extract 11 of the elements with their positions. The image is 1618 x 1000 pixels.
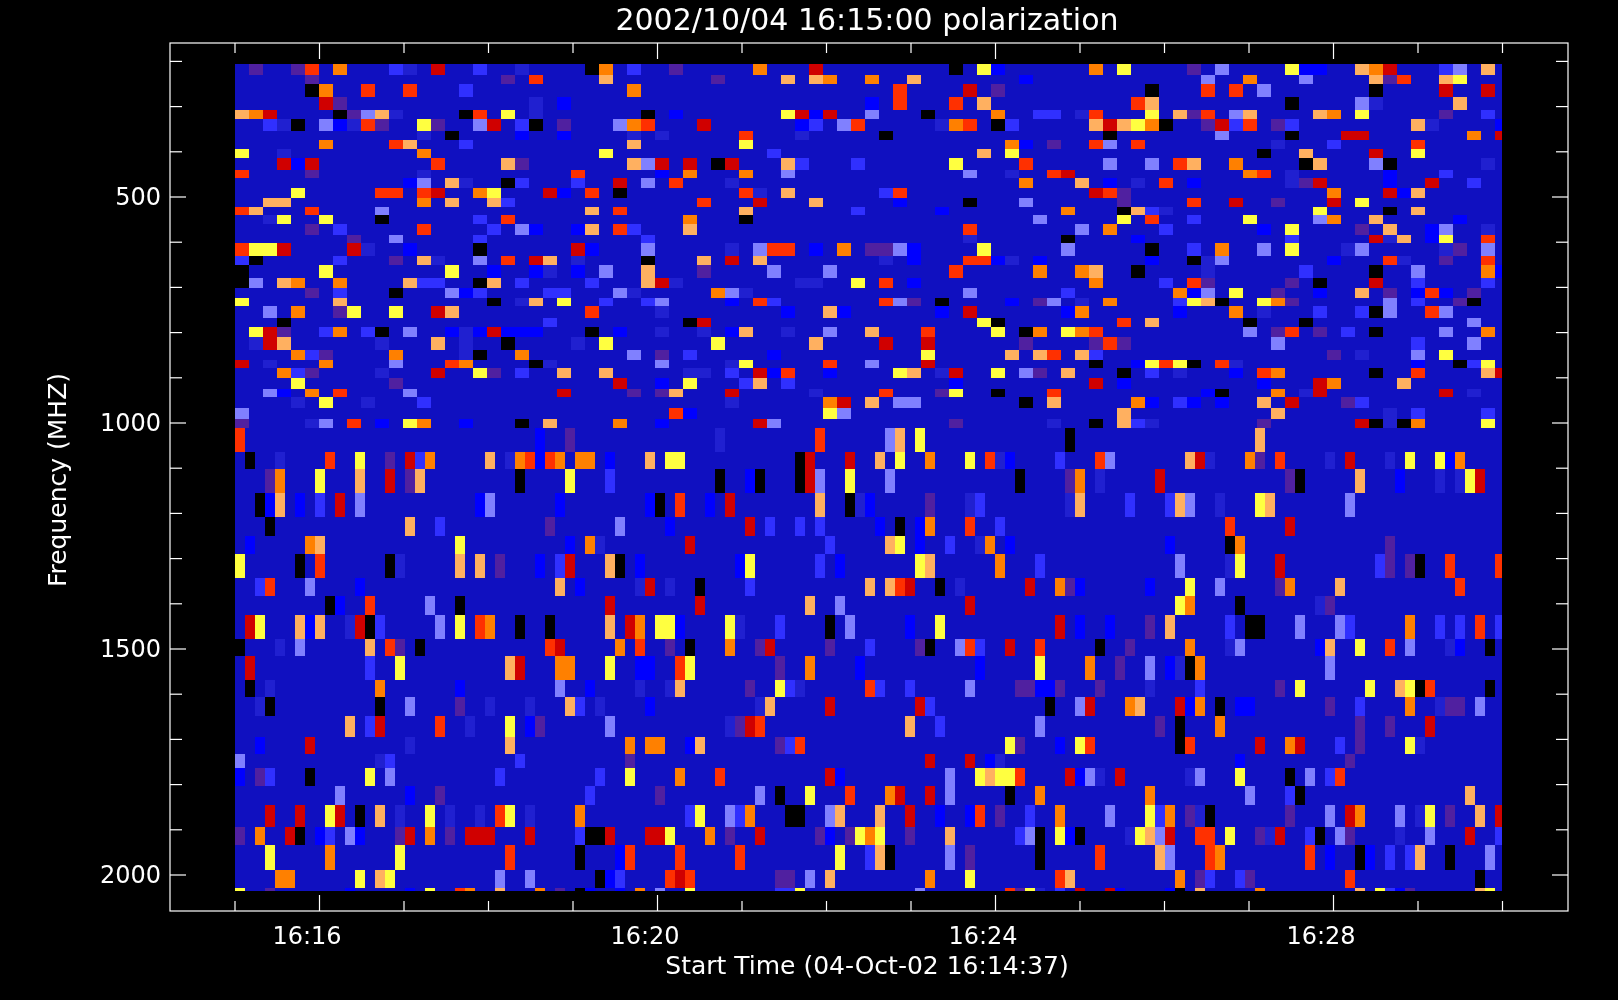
x-axis-tick-label: 16:20 xyxy=(610,924,680,948)
y-axis-tick-label: 1000 xyxy=(99,411,161,435)
y-axis-title: Frequency (MHZ) xyxy=(44,372,70,588)
x-axis-tick-label: 16:24 xyxy=(948,924,1018,948)
x-axis-title: Start Time (04-Oct-02 16:14:37) xyxy=(665,953,1069,978)
y-axis-tick-label: 2000 xyxy=(99,863,161,887)
x-axis-tick-label: 16:16 xyxy=(272,924,342,948)
x-axis-tick-label: 16:28 xyxy=(1286,924,1356,948)
chart-title: 2002/10/04 16:15:00 polarization xyxy=(615,5,1119,35)
y-axis-tick-label: 500 xyxy=(115,185,161,209)
y-axis-tick-label: 1500 xyxy=(99,637,161,661)
